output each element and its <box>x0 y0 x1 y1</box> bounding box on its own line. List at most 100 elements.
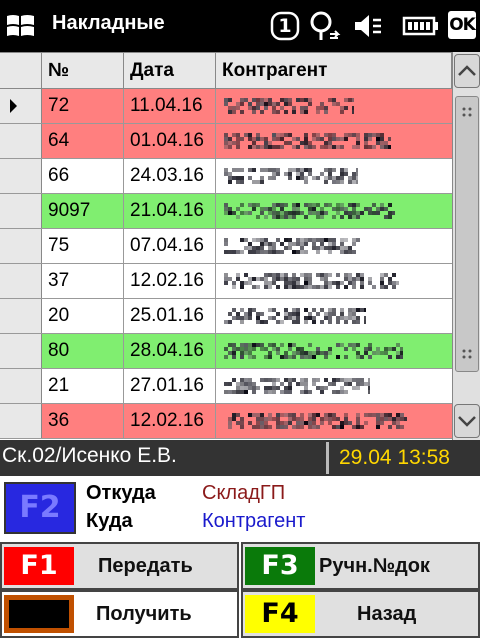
cell-date[interactable]: 01.04.16 <box>124 124 216 158</box>
grip-icon <box>462 349 472 359</box>
header-contractor[interactable]: Контрагент <box>216 53 452 89</box>
battery-icon[interactable] <box>402 10 440 42</box>
cell-number[interactable]: 72 <box>42 89 124 123</box>
redacted-text <box>224 378 370 394</box>
cell-number[interactable]: 37 <box>42 264 124 298</box>
receive-button[interactable]: Получить <box>0 590 239 638</box>
connectivity-icon[interactable] <box>306 10 344 42</box>
chevron-down-icon <box>458 416 476 427</box>
row-selector[interactable] <box>0 369 42 403</box>
f1-key: F1 <box>4 547 74 585</box>
vertical-scrollbar[interactable] <box>452 52 480 440</box>
table-row[interactable]: 9097 21.04.16 <box>0 194 452 229</box>
to-value: Контрагент <box>202 510 306 532</box>
row-selector[interactable] <box>0 159 42 193</box>
scroll-down-button[interactable] <box>454 404 480 438</box>
chevron-up-icon <box>458 65 476 76</box>
windows-logo-icon[interactable] <box>6 12 36 40</box>
redacted-text <box>224 273 399 289</box>
cell-contractor[interactable] <box>216 159 452 193</box>
table-row[interactable]: 80 28.04.16 <box>0 334 452 369</box>
cell-number[interactable]: 80 <box>42 334 124 368</box>
scroll-up-button[interactable] <box>454 54 480 88</box>
redacted-text <box>228 413 407 429</box>
cell-contractor[interactable] <box>216 299 452 333</box>
cell-number[interactable]: 66 <box>42 159 124 193</box>
status-bar: Ск.02/Исенко Е.В. 29.04 13:58 <box>0 440 480 476</box>
cell-contractor[interactable] <box>216 404 452 438</box>
manual-doc-label: Ручн.№док <box>319 555 430 577</box>
cell-date[interactable]: 27.01.16 <box>124 369 216 403</box>
cell-contractor[interactable] <box>216 334 452 368</box>
cell-contractor[interactable] <box>216 194 452 228</box>
table-row[interactable]: 37 12.02.16 <box>0 264 452 299</box>
redacted-text <box>224 168 358 184</box>
app-title: Накладные <box>52 12 165 34</box>
cell-date[interactable]: 12.02.16 <box>124 404 216 438</box>
cell-number[interactable]: 36 <box>42 404 124 438</box>
number-one-icon[interactable]: 1 <box>270 10 300 42</box>
cell-date[interactable]: 24.03.16 <box>124 159 216 193</box>
row-selector[interactable] <box>0 404 42 438</box>
cell-contractor[interactable] <box>216 229 452 263</box>
cell-number[interactable]: 20 <box>42 299 124 333</box>
route-panel: F2 Откуда СкладГП Куда Контрагент <box>0 476 480 540</box>
datetime-label: 29.04 13:58 <box>326 442 480 474</box>
redacted-text <box>224 133 391 149</box>
table-row[interactable]: 64 01.04.16 <box>0 124 452 159</box>
f3-key: F3 <box>245 547 315 585</box>
table-row[interactable]: 21 27.01.16 <box>0 369 452 404</box>
row-selector[interactable] <box>0 89 42 123</box>
redacted-text <box>224 343 403 359</box>
cell-date[interactable]: 25.01.16 <box>124 299 216 333</box>
scroll-thumb[interactable] <box>455 96 479 372</box>
f2-key-button[interactable]: F2 <box>4 482 76 534</box>
back-button[interactable]: F4 Назад <box>241 590 480 638</box>
title-bar: Накладные 1 OK <box>0 0 480 52</box>
receive-label: Получить <box>96 603 192 625</box>
cell-number[interactable]: 64 <box>42 124 124 158</box>
cell-date[interactable]: 12.02.16 <box>124 264 216 298</box>
cell-date[interactable]: 07.04.16 <box>124 229 216 263</box>
redacted-text <box>224 238 360 254</box>
row-selector[interactable] <box>0 264 42 298</box>
table-row[interactable]: 20 25.01.16 <box>0 299 452 334</box>
cell-number[interactable]: 21 <box>42 369 124 403</box>
from-value: СкладГП <box>202 482 286 504</box>
transfer-label: Передать <box>98 555 193 577</box>
invoice-grid[interactable]: № Дата Контрагент 72 11.04.16 64 01.04.16 66… <box>0 52 452 440</box>
header-date[interactable]: Дата <box>124 53 216 89</box>
row-selector[interactable] <box>0 299 42 333</box>
cell-date[interactable]: 11.04.16 <box>124 89 216 123</box>
cell-date[interactable]: 21.04.16 <box>124 194 216 228</box>
cell-contractor[interactable] <box>216 264 452 298</box>
receive-key-inner <box>9 600 69 628</box>
row-selector[interactable] <box>0 194 42 228</box>
speaker-muted-icon[interactable] <box>352 10 384 42</box>
current-row-arrow-icon <box>10 99 17 113</box>
row-selector[interactable] <box>0 124 42 158</box>
back-label: Назад <box>357 603 417 625</box>
cell-number[interactable]: 9097 <box>42 194 124 228</box>
cell-contractor[interactable] <box>216 124 452 158</box>
cell-number[interactable]: 75 <box>42 229 124 263</box>
table-row[interactable]: 66 24.03.16 <box>0 159 452 194</box>
f4-key: F4 <box>245 595 315 633</box>
from-label: Откуда <box>86 482 156 504</box>
to-label: Куда <box>86 510 133 532</box>
row-selector[interactable] <box>0 334 42 368</box>
table-row[interactable]: 75 07.04.16 <box>0 229 452 264</box>
cell-date[interactable]: 28.04.16 <box>124 334 216 368</box>
header-number[interactable]: № <box>42 53 124 89</box>
table-row[interactable]: 72 11.04.16 <box>0 89 452 124</box>
cell-contractor[interactable] <box>216 89 452 123</box>
grip-icon <box>462 107 472 117</box>
redacted-text <box>224 308 366 324</box>
receive-key <box>4 595 74 633</box>
transfer-button[interactable]: F1 Передать <box>0 542 239 590</box>
table-row[interactable]: 36 12.02.16 <box>0 404 452 439</box>
ok-button[interactable]: OK <box>448 11 476 39</box>
row-selector[interactable] <box>0 229 42 263</box>
manual-doc-button[interactable]: F3 Ручн.№док <box>241 542 480 590</box>
cell-contractor[interactable] <box>216 369 452 403</box>
